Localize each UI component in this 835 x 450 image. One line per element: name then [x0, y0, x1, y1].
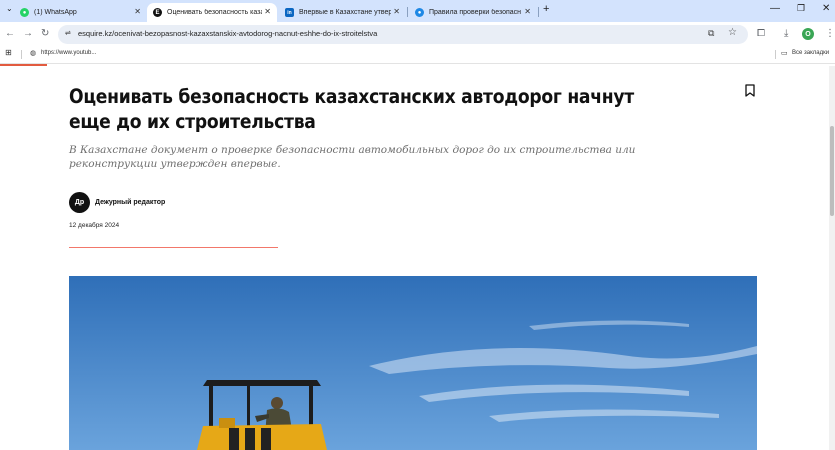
divider-line: [69, 247, 278, 248]
scrollbar-thumb[interactable]: [830, 126, 834, 216]
address-bar[interactable]: ⇌ esquire.kz/ocenivat-bezopasnost-kazaxs…: [58, 25, 748, 44]
author-byline[interactable]: Др Дежурный редактор: [69, 191, 165, 213]
article-headline: Оценивать безопасность казахстанских авт…: [69, 85, 634, 133]
bookmarks-divider: [775, 50, 776, 59]
tab-linkedin[interactable]: in Впервые в Казахстане утверд ✕: [279, 3, 406, 22]
browser-toolbar: ← → ↻ ⇌ esquire.kz/ocenivat-bezopasnost-…: [0, 22, 835, 47]
bookmarks-bar: ⊞ ◍ https://www.youtub... ▭ Все закладки: [0, 47, 835, 64]
all-bookmarks[interactable]: Все закладки: [792, 50, 829, 56]
download-icon[interactable]: ⤓: [784, 28, 788, 39]
tab-divider: [407, 7, 408, 17]
tab-label: Впервые в Казахстане утверд: [299, 9, 391, 16]
tab-rules[interactable]: ● Правила проверки безопасн ✕: [409, 3, 537, 22]
close-icon[interactable]: ✕: [393, 7, 400, 16]
esquire-icon: E: [153, 8, 162, 17]
restore-button[interactable]: ❐: [797, 3, 805, 14]
minimize-button[interactable]: —: [770, 3, 780, 14]
article-hero-image: [69, 276, 757, 450]
article-lead: В Казахстане документ о проверке безопас…: [69, 144, 636, 170]
author-avatar[interactable]: Др: [69, 191, 90, 213]
reload-icon[interactable]: ↻: [41, 28, 49, 39]
forward-icon[interactable]: →: [23, 28, 33, 39]
apps-icon[interactable]: ⊞: [5, 48, 12, 57]
tab-divider: [538, 7, 539, 17]
road-roller-photo: [69, 276, 757, 450]
tab-label: (1) WhatsApp: [34, 9, 77, 16]
site-info-icon[interactable]: ⇌: [65, 29, 71, 37]
page-scrollbar[interactable]: [829, 66, 835, 450]
back-icon[interactable]: ←: [5, 28, 15, 39]
url-text[interactable]: esquire.kz/ocenivat-bezopasnost-kazaxsta…: [78, 29, 377, 38]
extensions-icon[interactable]: ⧠: [757, 28, 765, 39]
profile-avatar[interactable]: O: [802, 28, 814, 40]
tab-label: Правила проверки безопасн: [429, 9, 521, 16]
tab-search-icon[interactable]: ⌄: [6, 4, 13, 13]
tab-whatsapp[interactable]: ● (1) WhatsApp ✕: [14, 3, 147, 22]
publish-date: 12 декабря 2024: [69, 222, 120, 229]
whatsapp-icon: ●: [20, 8, 29, 17]
tab-strip: ⌄ ● (1) WhatsApp ✕ E Оценивать безопасно…: [0, 0, 835, 22]
bookmark-youtube[interactable]: https://www.youtub...: [41, 50, 96, 56]
install-app-icon[interactable]: ⧉: [708, 28, 714, 39]
bookmarks-divider: [21, 50, 22, 59]
star-icon[interactable]: ☆: [728, 27, 737, 38]
menu-icon[interactable]: ⋮: [825, 28, 835, 39]
tab-label: Оценивать безопасность каза: [167, 9, 262, 16]
close-icon[interactable]: ✕: [264, 7, 271, 16]
bookmark-icon[interactable]: [745, 84, 755, 97]
folder-icon: ▭: [781, 50, 788, 57]
tab-esquire[interactable]: E Оценивать безопасность каза ✕: [147, 3, 277, 22]
close-icon[interactable]: ✕: [134, 7, 141, 16]
author-name[interactable]: Дежурный редактор: [95, 199, 165, 206]
close-window-button[interactable]: ✕: [822, 3, 830, 14]
close-icon[interactable]: ✕: [524, 7, 531, 16]
page-load-indicator: [0, 64, 47, 66]
globe-icon: ◍: [30, 50, 37, 57]
site-icon: ●: [415, 8, 424, 17]
new-tab-button[interactable]: +: [543, 3, 549, 15]
linkedin-icon: in: [285, 8, 294, 17]
